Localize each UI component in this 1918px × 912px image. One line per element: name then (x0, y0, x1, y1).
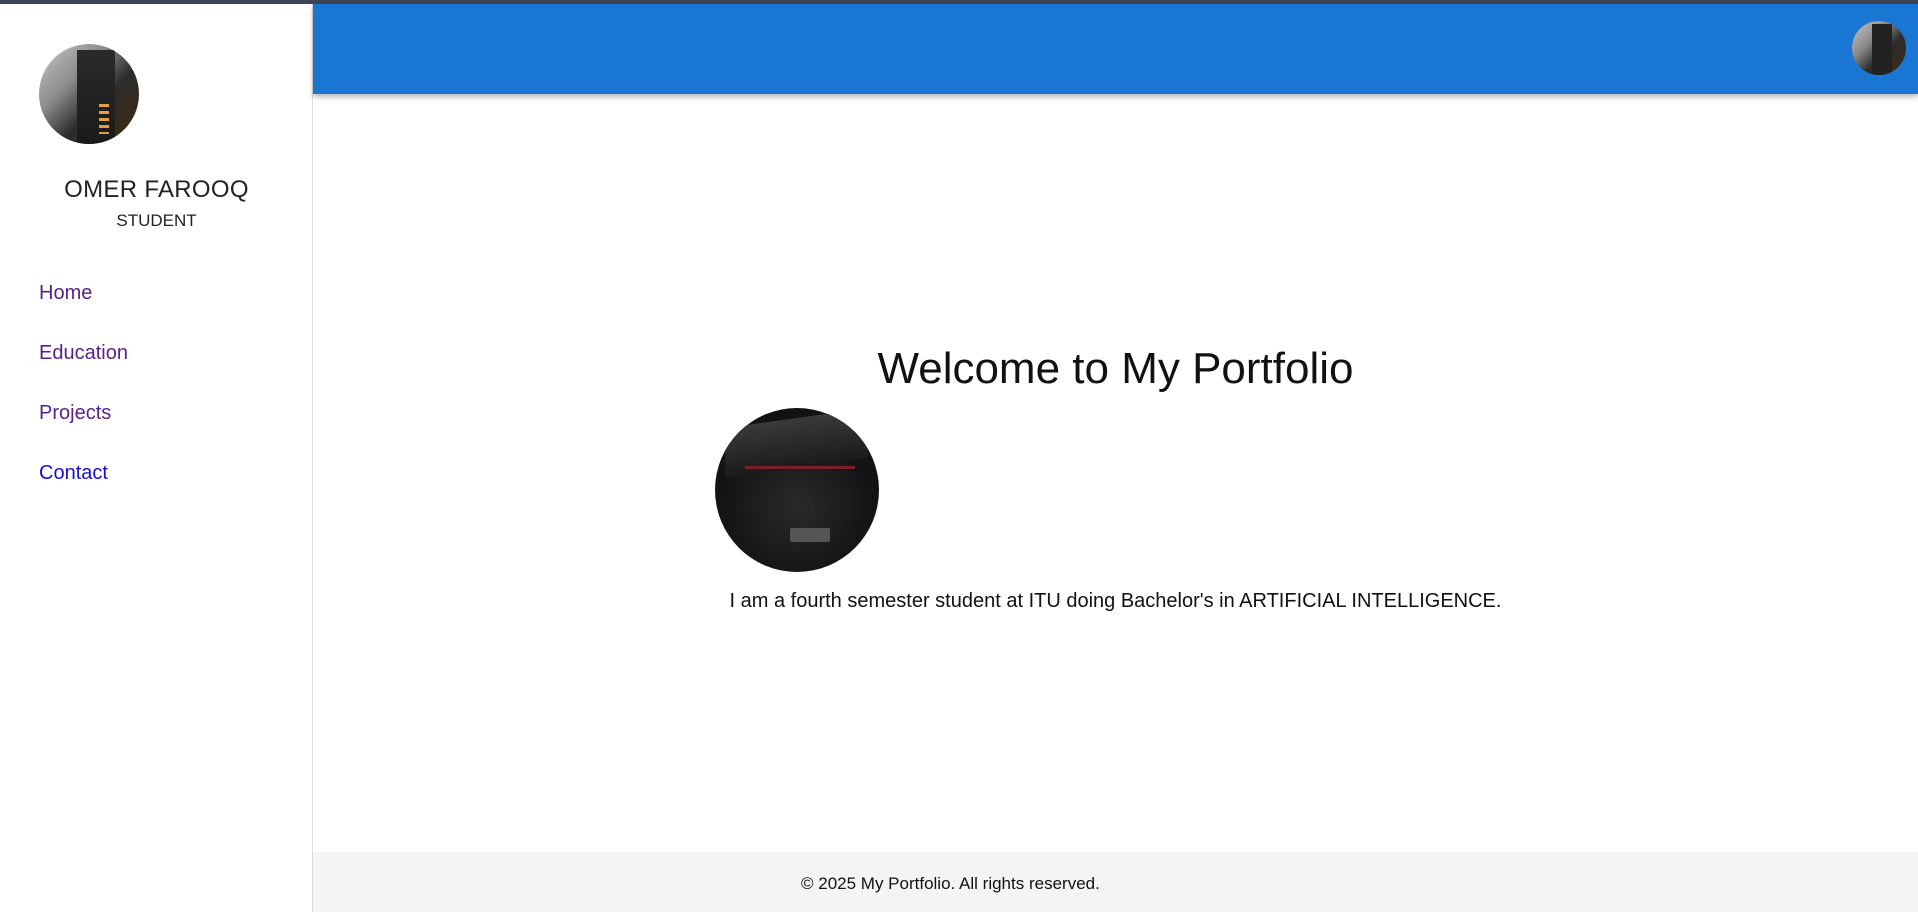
nav-link-projects[interactable]: Projects (39, 398, 128, 458)
intro-text: I am a fourth semester student at ITU do… (729, 590, 1502, 612)
page-title: Welcome to My Portfolio (877, 344, 1354, 393)
top-app-bar (313, 4, 1918, 94)
avatar-building-shape (77, 50, 115, 144)
avatar-lights-shape (99, 104, 109, 134)
nav-link-education[interactable]: Education (39, 338, 128, 398)
hero-car-plate-shape (790, 528, 830, 542)
main-content: Welcome to My Portfolio I am a fourth se… (313, 94, 1918, 852)
nav-link-contact[interactable]: Contact (39, 458, 128, 518)
nav-link-home[interactable]: Home (39, 278, 128, 338)
header-avatar-button[interactable] (1852, 21, 1906, 75)
footer: © 2025 My Portfolio. All rights reserved… (313, 852, 1918, 912)
hero-photo (715, 408, 879, 572)
profile-name: OMER FAROOQ (64, 176, 249, 203)
hero-car-taillight-shape (745, 466, 855, 469)
sidebar-nav: Home Education Projects Contact (39, 278, 128, 518)
sidebar: OMER FAROOQ STUDENT Home Education Proje… (0, 4, 313, 912)
header-avatar-building-shape (1872, 24, 1892, 75)
footer-copyright: © 2025 My Portfolio. All rights reserved… (801, 874, 1100, 893)
profile-role: STUDENT (116, 211, 197, 230)
sidebar-avatar (39, 44, 139, 144)
